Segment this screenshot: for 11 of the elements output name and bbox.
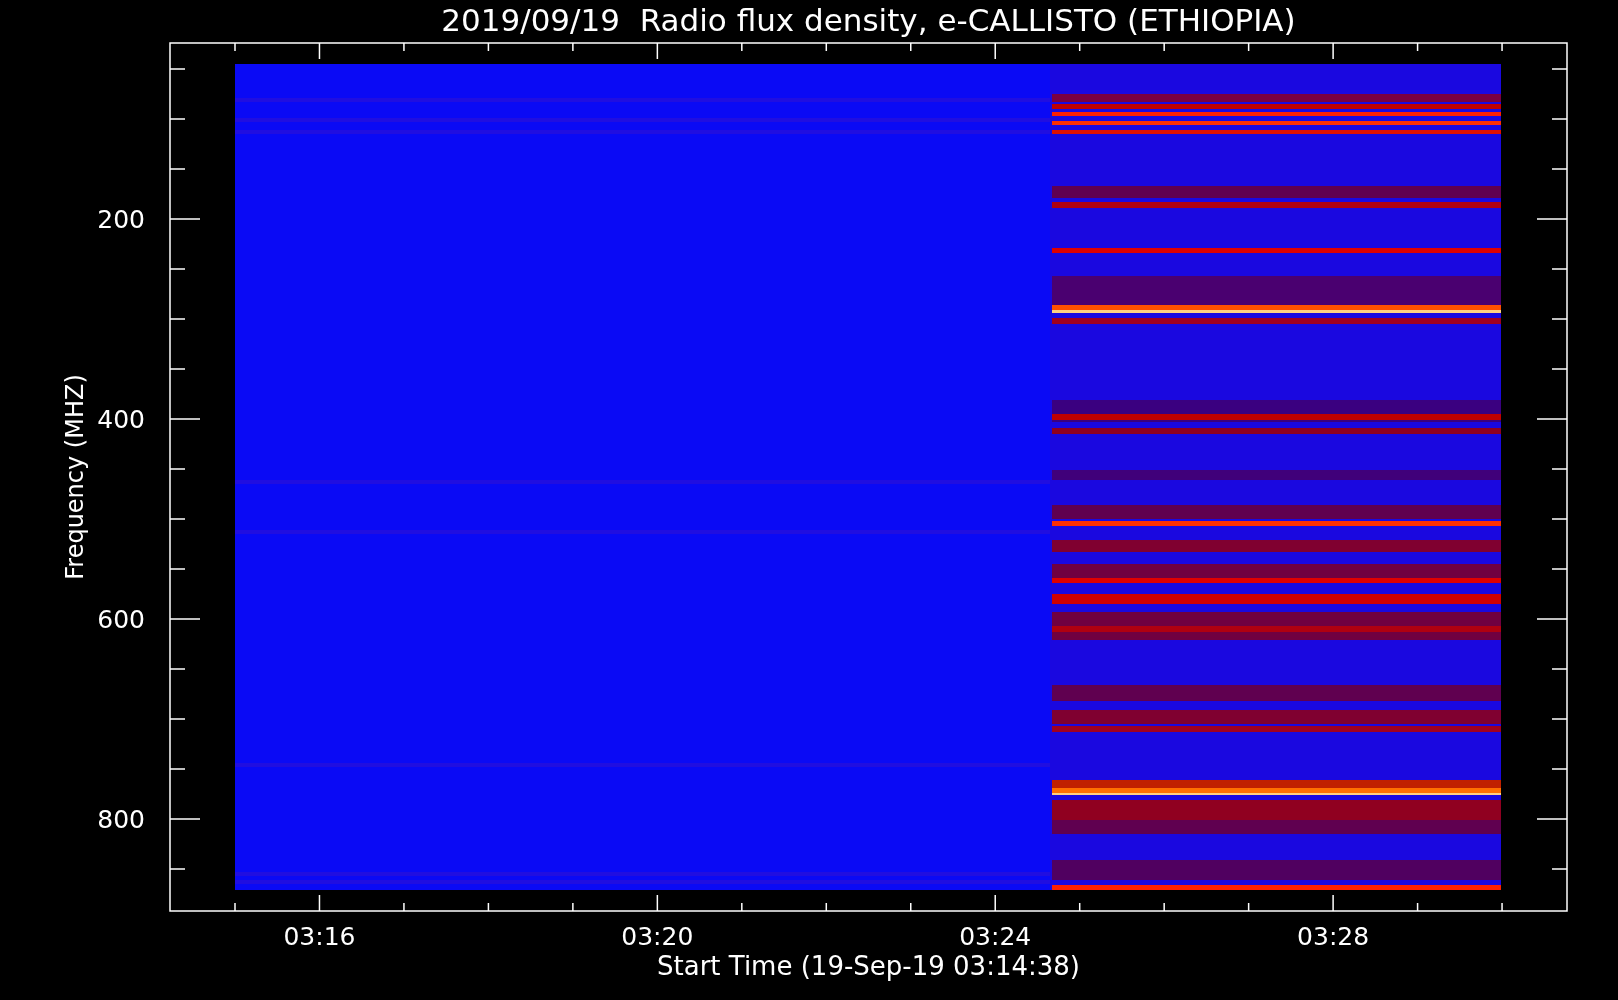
tick-label: 03:28 [1297, 922, 1370, 951]
tick-label: 600 [97, 605, 145, 634]
tick-label: 800 [97, 805, 145, 834]
tick-label: 03:24 [959, 922, 1032, 951]
axis-label: Frequency (MHZ) [61, 374, 89, 580]
chart-title: 2019/09/19 Radio flux density, e-CALLISTO (ETHIOPIA) [441, 2, 1296, 38]
tick-label: 03:16 [283, 922, 356, 951]
tick-label: 200 [97, 205, 145, 234]
tick-label: 400 [97, 405, 145, 434]
tick-label: 03:20 [621, 922, 694, 951]
axis-label: Start Time (19-Sep-19 03:14:38) [657, 951, 1080, 981]
